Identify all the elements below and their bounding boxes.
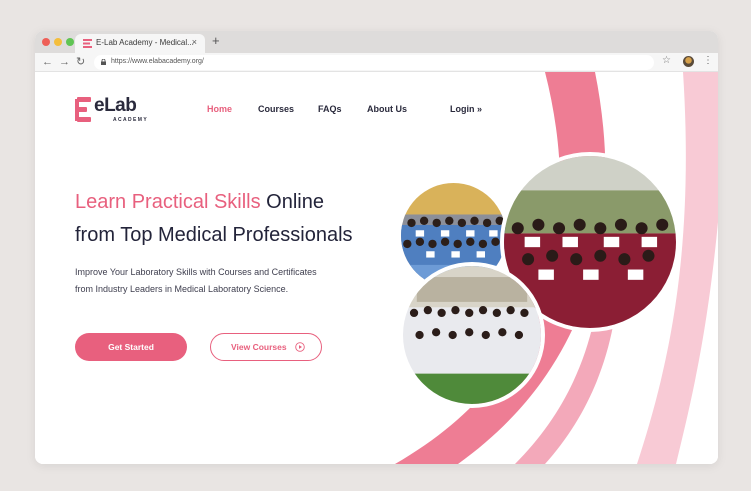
get-started-button[interactable]: Get Started bbox=[75, 333, 187, 361]
tab-bar: E-Lab Academy - Medical... × + bbox=[35, 31, 718, 53]
bookmark-star-icon[interactable]: ☆ bbox=[662, 55, 671, 66]
forward-button[interactable]: → bbox=[59, 55, 70, 69]
nav-login[interactable]: Login » bbox=[450, 104, 482, 114]
play-circle-icon bbox=[295, 342, 305, 352]
close-window-button[interactable] bbox=[42, 38, 50, 46]
elab-logo-mark-icon bbox=[75, 97, 91, 122]
minimize-window-button[interactable] bbox=[54, 38, 62, 46]
headline-accent: Learn Practical Skills bbox=[75, 191, 261, 213]
url-text: https://www.elabacademy.org/ bbox=[111, 58, 204, 65]
nav-home[interactable]: Home bbox=[207, 104, 232, 114]
hero-headline: Learn Practical Skills Online from Top M… bbox=[75, 186, 353, 252]
headline-rest: Online bbox=[260, 191, 324, 213]
new-tab-button[interactable]: + bbox=[212, 34, 220, 48]
students-white-coats-image bbox=[403, 266, 541, 404]
address-bar[interactable]: https://www.elabacademy.org/ bbox=[94, 55, 654, 70]
elab-favicon-icon bbox=[83, 39, 92, 48]
browser-toolbar: ← → ↻ https://www.elabacademy.org/ ☆ ⋮ bbox=[35, 53, 718, 72]
browser-window: E-Lab Academy - Medical... × + ← → ↻ htt… bbox=[35, 31, 718, 464]
hero-subtext-line-2: from Industry Leaders in Medical Laborat… bbox=[75, 284, 289, 294]
maximize-window-button[interactable] bbox=[66, 38, 74, 46]
headline-line-2: from Top Medical Professionals bbox=[75, 224, 353, 246]
back-button[interactable]: ← bbox=[42, 55, 53, 69]
logo-word: eLab bbox=[94, 95, 137, 116]
nav-faqs[interactable]: FAQs bbox=[318, 104, 342, 114]
lock-icon bbox=[101, 59, 106, 65]
hero-subtext-line-1: Improve Your Laboratory Skills with Cour… bbox=[75, 267, 317, 277]
hero-subtext: Improve Your Laboratory Skills with Cour… bbox=[75, 264, 317, 298]
tab-close-icon[interactable]: × bbox=[192, 37, 197, 47]
reload-button[interactable]: ↻ bbox=[76, 55, 85, 69]
browser-tab[interactable]: E-Lab Academy - Medical... × bbox=[75, 34, 205, 53]
page-content: eLab ACADEMY Home Courses FAQs About Us … bbox=[35, 72, 718, 464]
browser-menu-icon[interactable]: ⋮ bbox=[703, 55, 713, 66]
students-photo-white-coats bbox=[399, 262, 545, 408]
tab-title: E-Lab Academy - Medical... bbox=[96, 38, 194, 47]
nav-courses[interactable]: Courses bbox=[258, 104, 294, 114]
view-courses-button[interactable]: View Courses bbox=[210, 333, 322, 361]
profile-avatar[interactable] bbox=[683, 56, 694, 67]
view-courses-label: View Courses bbox=[231, 342, 287, 352]
nav-about-us[interactable]: About Us bbox=[367, 104, 407, 114]
logo-subtitle: ACADEMY bbox=[113, 117, 149, 123]
